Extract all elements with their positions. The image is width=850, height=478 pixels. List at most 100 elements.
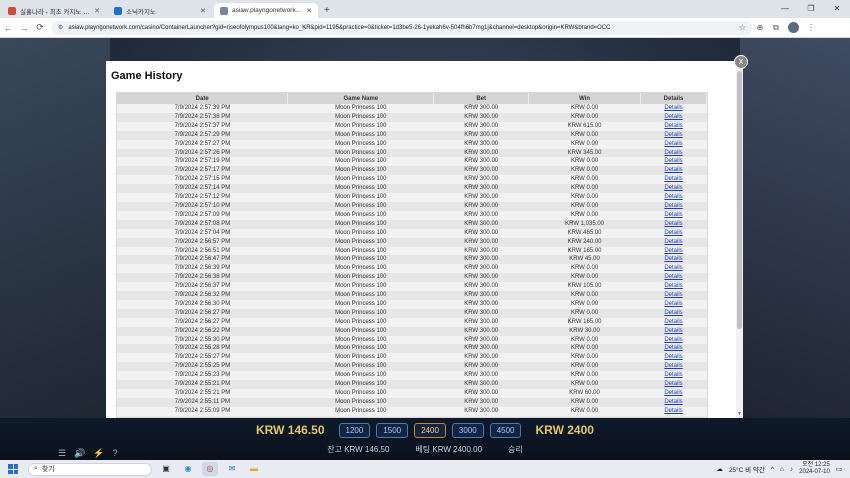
row-details-link[interactable]: Details xyxy=(664,150,682,156)
table-cell: KRW 300.00 xyxy=(433,210,529,220)
chrome-browser-icon[interactable]: ◎ xyxy=(202,462,218,476)
row-details-link[interactable]: Details xyxy=(664,292,682,298)
tray-chevron-icon[interactable]: ^ xyxy=(771,466,774,473)
row-details-link[interactable]: Details xyxy=(664,105,682,111)
bet-chip-4500[interactable]: 4500 xyxy=(489,422,522,438)
bet-chip-1500[interactable]: 1500 xyxy=(376,422,409,438)
modal-scrollbar[interactable]: ▲ ▼ xyxy=(736,61,743,418)
row-details-link[interactable]: Details xyxy=(664,212,682,218)
bet-chip-1200[interactable]: 1200 xyxy=(338,422,371,438)
tab-close-icon[interactable]: ✕ xyxy=(94,7,100,15)
site-info-icon[interactable]: ⚙ xyxy=(58,24,63,31)
search-icon: ⌕ xyxy=(34,465,38,472)
table-cell: Details xyxy=(640,210,707,220)
row-details-link[interactable]: Details xyxy=(664,372,682,378)
row-details-link[interactable]: Details xyxy=(664,141,682,147)
file-explorer-icon[interactable]: ▬ xyxy=(246,462,262,476)
forward-icon[interactable]: → xyxy=(16,23,32,33)
bet-chip-2400[interactable]: 2400 xyxy=(414,422,446,438)
row-details-link[interactable]: Details xyxy=(664,381,682,387)
table-cell: Details xyxy=(640,353,707,363)
taskbar-clock[interactable]: 오전 12:25 2024-07-10 xyxy=(799,462,830,476)
row-details-link[interactable]: Details xyxy=(664,345,682,351)
row-details-link[interactable]: Details xyxy=(664,158,682,164)
tab-close-icon[interactable]: ✕ xyxy=(200,7,206,15)
row-details-link[interactable]: Details xyxy=(664,230,682,236)
windows-start-icon[interactable] xyxy=(6,462,20,476)
table-cell: 7/9/2024 2:56:37 PM xyxy=(117,282,288,292)
row-details-link[interactable]: Details xyxy=(664,239,682,245)
row-details-link[interactable]: Details xyxy=(664,248,682,254)
modal-close-button[interactable]: x xyxy=(734,55,748,69)
row-details-link[interactable]: Details xyxy=(664,265,682,271)
row-details-link[interactable]: Details xyxy=(664,283,682,289)
row-game-name: Moon Princess 100 xyxy=(335,274,387,281)
row-details-link[interactable]: Details xyxy=(664,114,682,120)
reload-icon[interactable]: ⟳ xyxy=(32,22,48,33)
scroll-down-icon[interactable]: ▼ xyxy=(737,411,742,417)
row-game-name: Moon Princess 100 xyxy=(335,229,387,236)
row-details-link[interactable]: Details xyxy=(664,399,682,405)
history-table-container[interactable]: Date Game Name Bet Win Details 7/9/2024 … xyxy=(116,92,708,418)
table-cell: Moon Princess 100 xyxy=(287,389,434,398)
task-view-icon[interactable]: ▣ xyxy=(158,462,174,476)
browser-tab-1[interactable]: 소닉카지노 ✕ xyxy=(108,3,212,18)
address-bar[interactable]: ⚙ asiaw.playngonetwork.com/casino/Contai… xyxy=(52,20,752,35)
close-window-button[interactable]: ✕ xyxy=(824,0,850,18)
column-header-win[interactable]: Win xyxy=(528,93,642,104)
profile-avatar[interactable] xyxy=(788,22,799,33)
new-tab-button[interactable]: + xyxy=(318,3,336,18)
weather-text[interactable]: 25°C 비 약간 xyxy=(729,464,765,474)
notification-icon[interactable]: ▭ xyxy=(836,465,842,473)
row-details-link[interactable]: Details xyxy=(664,408,682,414)
mail-icon[interactable]: ✉ xyxy=(224,462,240,476)
network-icon[interactable]: ⌂ xyxy=(780,466,784,473)
row-details-link[interactable]: Details xyxy=(664,328,682,334)
zoom-icon[interactable]: ⊕ xyxy=(752,23,768,32)
row-details-link[interactable]: Details xyxy=(664,319,682,325)
table-cell: KRW 300.00 xyxy=(433,112,529,122)
browser-tab-2[interactable]: asiaw.playngonetwork.com ✕ xyxy=(214,3,318,18)
row-details-link[interactable]: Details xyxy=(664,274,682,280)
row-details-link[interactable]: Details xyxy=(664,363,682,369)
row-details-link[interactable]: Details xyxy=(664,185,682,191)
column-header-date[interactable]: Date xyxy=(117,93,289,104)
column-header-bet[interactable]: Bet xyxy=(433,93,530,104)
row-details-link[interactable]: Details xyxy=(664,256,682,262)
tab-close-icon[interactable]: ✕ xyxy=(306,7,312,15)
maximize-button[interactable]: ❐ xyxy=(798,0,824,18)
extensions-icon[interactable]: ⧉ xyxy=(768,23,784,33)
scrollbar-thumb[interactable] xyxy=(737,71,742,329)
column-header-game-name[interactable]: Game Name xyxy=(287,93,435,104)
table-row: 7/9/2024 2:56:38 PM Moon Princess 100 KRW … xyxy=(117,273,707,283)
table-row: 7/9/2024 2:56:51 PM Moon Princess 100 KRW … xyxy=(117,246,707,256)
taskbar-search[interactable]: ⌕ 찾기 xyxy=(28,462,152,476)
table-cell: KRW 0.00 xyxy=(528,166,641,176)
row-date: 7/9/2024 2:56:37 PM xyxy=(174,283,231,290)
row-details-link[interactable]: Details xyxy=(664,301,682,307)
row-details-link[interactable]: Details xyxy=(664,176,682,182)
back-icon[interactable]: ← xyxy=(0,23,16,33)
bet-chip-3000[interactable]: 3000 xyxy=(451,422,484,438)
table-cell: KRW 0.00 xyxy=(528,344,641,354)
history-table: Date Game Name Bet Win Details 7/9/2024 … xyxy=(117,93,707,416)
row-details-link[interactable]: Details xyxy=(664,221,682,227)
table-cell: KRW 300.00 xyxy=(433,157,529,167)
row-details-link[interactable]: Details xyxy=(664,337,682,343)
bookmark-star-icon[interactable]: ☆ xyxy=(739,23,746,32)
row-details-link[interactable]: Details xyxy=(664,123,682,129)
minimize-button[interactable]: — xyxy=(772,0,798,18)
volume-icon[interactable]: ♪ xyxy=(790,466,793,473)
browser-tab-0[interactable]: 실홀나라 - 최초 카지노 사이트 ✕ xyxy=(2,3,106,18)
menu-kebab-icon[interactable]: ⋮ xyxy=(803,23,819,32)
edge-browser-icon[interactable]: ◉ xyxy=(180,462,196,476)
row-details-link[interactable]: Details xyxy=(664,203,682,209)
row-details-link[interactable]: Details xyxy=(664,310,682,316)
table-cell: KRW 345.00 xyxy=(528,148,641,158)
row-details-link[interactable]: Details xyxy=(664,390,682,396)
row-details-link[interactable]: Details xyxy=(664,354,682,360)
table-row: 7/9/2024 2:57:37 PM Moon Princess 100 KRW … xyxy=(117,121,707,131)
row-details-link[interactable]: Details xyxy=(664,167,682,173)
row-details-link[interactable]: Details xyxy=(664,132,682,138)
row-details-link[interactable]: Details xyxy=(664,194,682,200)
